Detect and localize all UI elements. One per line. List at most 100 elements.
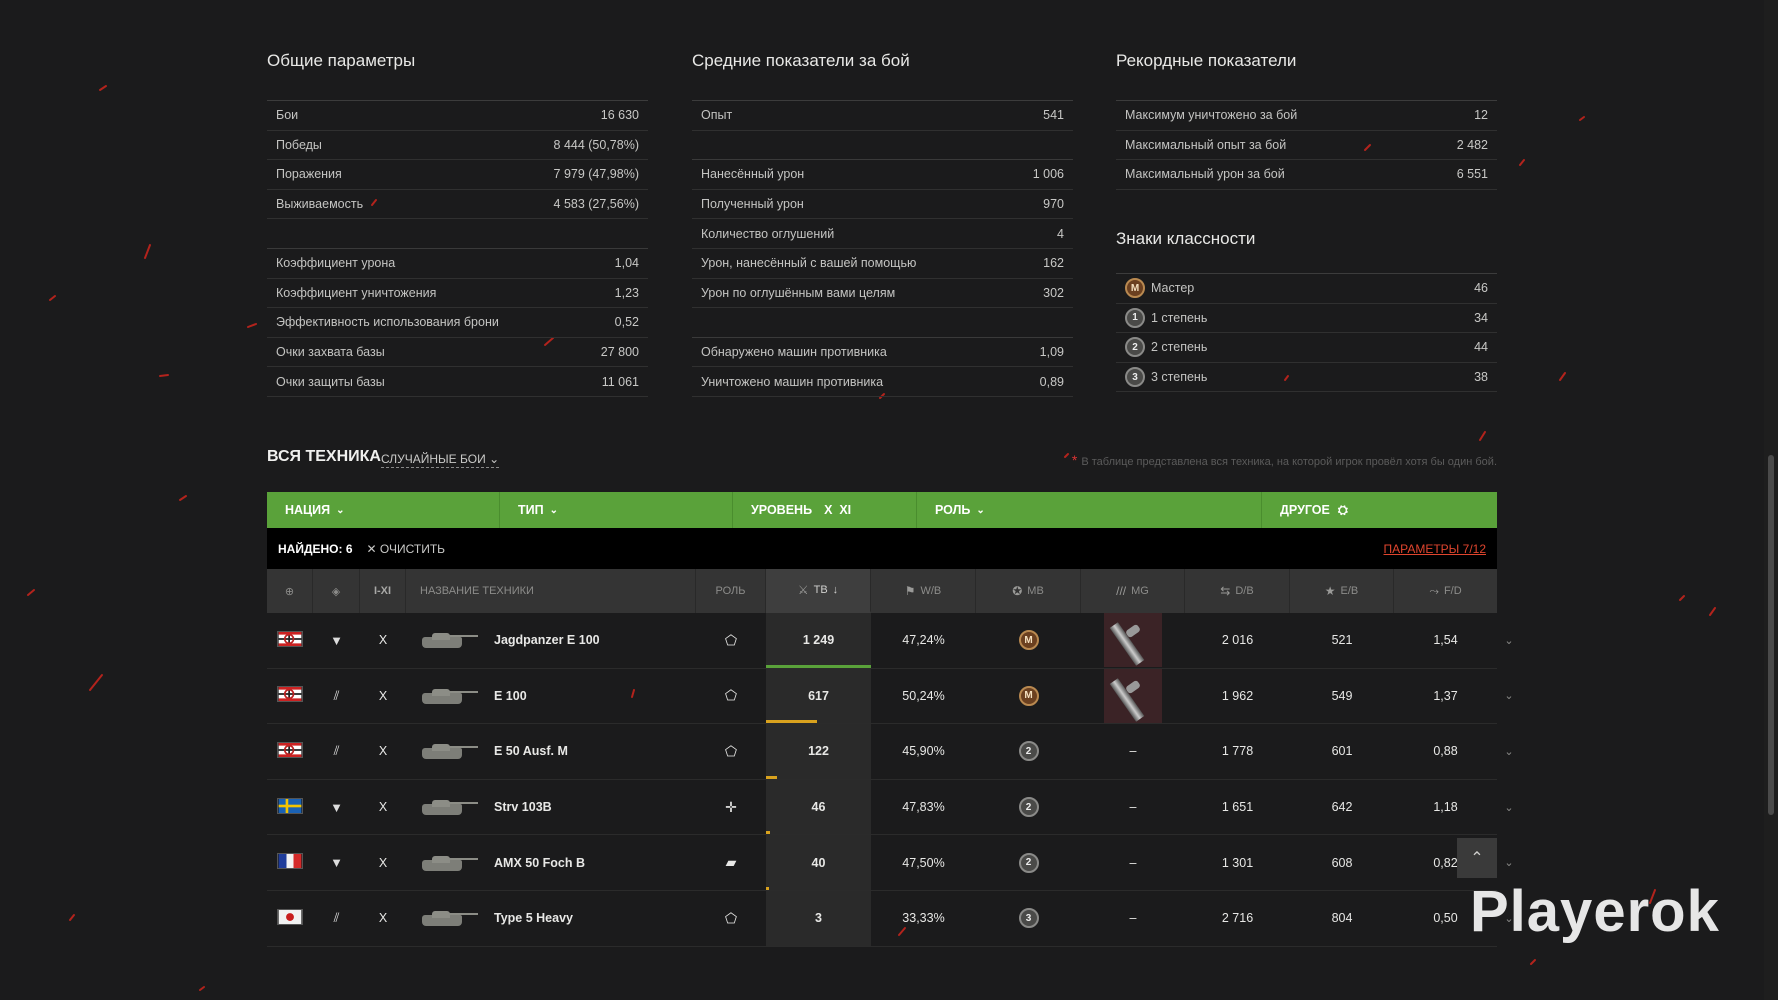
damage-value: 2 016 [1221, 633, 1254, 648]
filter-level-value: X XI [824, 503, 852, 517]
table-row[interactable]: ▼ X Strv 103B ✛ 46 47,83% 2–1 651 642 1,18 ⌄ [267, 779, 1514, 836]
filter-role[interactable]: РОЛЬ ⌄ [917, 492, 1262, 528]
divider-row [267, 219, 648, 249]
stat-value: 6 551 [1456, 167, 1488, 182]
damage-value: 1 651 [1221, 800, 1254, 815]
vehicle-name: Type 5 Heavy [494, 911, 573, 926]
stat-value: 16 630 [600, 108, 639, 123]
type-cell: ⫽ [313, 891, 360, 946]
heavy-type-icon: ⫽ [333, 910, 340, 926]
col-tier[interactable]: I-XI [360, 569, 406, 613]
stat-label: 2 степень [1151, 340, 1208, 355]
col-type[interactable]: ◈ [313, 569, 360, 613]
col-mastery[interactable]: ✪ МВ [976, 569, 1081, 613]
damage-cell: 2 716 [1185, 891, 1290, 946]
tier-cell: X [360, 835, 406, 890]
stat-label: Максимальный урон за бой [1125, 167, 1285, 182]
tank-silhouette-icon [420, 853, 478, 873]
filter-level[interactable]: УРОВЕНЬ X XI [733, 492, 917, 528]
experience-cell: 521 [1290, 613, 1394, 668]
role-cell: ⬠ [696, 669, 766, 724]
table-row[interactable]: ▼ X AMX 50 Foch B ▰ 40 47,50% 2–1 301 608 0,82 ⌄ [267, 835, 1514, 891]
stat-value: 162 [1043, 256, 1064, 271]
scrollbar-thumb[interactable] [1768, 455, 1774, 815]
col-battles[interactable]: ⚔ ТВ ↓ [766, 569, 871, 613]
expand-row-icon[interactable]: ⌄ [1497, 689, 1521, 702]
tank-icon: ⛭ [1337, 502, 1348, 517]
role-cell: ▰ [696, 835, 766, 890]
nation-cell [267, 780, 313, 835]
col-nation[interactable]: ⊕ [267, 569, 313, 613]
battles-value: 1 249 [802, 633, 835, 648]
col-winrate[interactable]: ⚑ W/B [871, 569, 976, 613]
type-cell: ▼ [313, 780, 360, 835]
nation-cell [267, 613, 313, 668]
experience-cell: 804 [1290, 891, 1394, 946]
stat-label: 3 степень [1151, 370, 1208, 385]
winrate-value: 50,24% [902, 688, 945, 703]
filter-label: ТИП [518, 503, 544, 517]
expand-row-icon[interactable]: ⌄ [1497, 634, 1521, 647]
mastery-badge-icon: 2 [1018, 852, 1039, 873]
vehicles-table-header: ⊕ ◈ I-XI НАЗВАНИЕ ТЕХНИКИ РОЛЬ ⚔ ТВ ↓ ⚑ W/B… [267, 569, 1497, 613]
filter-type[interactable]: ТИП ⌄ [500, 492, 733, 528]
damage-cell: 1 962 [1185, 669, 1290, 724]
frags-value: 1,37 [1433, 688, 1458, 703]
stat-label: Мастер [1151, 281, 1195, 296]
stat-label: Поражения [276, 167, 342, 182]
germany-flag-icon [277, 741, 303, 761]
divider-row [692, 131, 1073, 161]
damage-cell: 1 301 [1185, 835, 1290, 890]
tier-cell: X [360, 669, 406, 724]
tank-silhouette-icon [420, 908, 478, 928]
params-link[interactable]: ПАРАМЕТРЫ 7/12 [1384, 542, 1486, 556]
battles-progress-bar [766, 775, 777, 779]
clear-filters-button[interactable]: ✕ ОЧИСТИТЬ [367, 542, 446, 556]
col-marks-gun[interactable]: /// MG [1081, 569, 1185, 613]
mastery-badge-icon: 2 [1018, 797, 1039, 818]
stat-value: 1 006 [1032, 167, 1064, 182]
battles-cell: 40 [766, 835, 871, 890]
vehicle-name: AMX 50 Foch B [494, 855, 585, 870]
mastery-badge-icon: 3 [1125, 367, 1145, 388]
playerok-watermark: Playerok [1470, 879, 1720, 944]
table-row[interactable]: ⫽ X E 50 Ausf. M ⬠ 122 45,90% 2–1 778 601 0,88 ⌄ [267, 724, 1514, 780]
col-experience[interactable]: ★ E/B [1290, 569, 1394, 613]
frags-cell: 0,88 [1394, 724, 1497, 779]
filter-nation[interactable]: НАЦИЯ ⌄ [267, 492, 500, 528]
col-role[interactable]: РОЛЬ [696, 569, 766, 613]
battle-mode-dropdown[interactable]: СЛУЧАЙНЫЕ БОИ ⌄ [381, 452, 500, 468]
tier-value: X [378, 633, 388, 648]
scrollbar[interactable] [1764, 0, 1778, 1000]
vehicles-header: ВСЯ ТЕХНИКА СЛУЧАЙНЫЕ БОИ ⌄ * В таблице п… [267, 446, 1497, 470]
mastery-badge-icon: M [1125, 278, 1145, 299]
experience-value: 642 [1331, 800, 1353, 815]
stat-value: 38 [1474, 370, 1488, 385]
table-row[interactable]: ▼ X Jagdpanzer E 100 ⬠ 1 249 47,24% M 2 016 521 1… [267, 613, 1514, 669]
expand-row-icon[interactable]: ⌄ [1497, 801, 1521, 814]
battles-cell: 617 [766, 668, 871, 724]
scroll-to-top-button[interactable]: ⌃ [1457, 838, 1497, 878]
experience-cell: 601 [1290, 724, 1394, 779]
heavy-type-icon: ⫽ [333, 687, 340, 703]
stat-value: 12 [1474, 108, 1488, 123]
expand-row-icon[interactable]: ⌄ [1497, 856, 1521, 869]
mastery-badge-icon: M [1018, 685, 1039, 706]
stat-label: Уничтожено машин противника [701, 374, 884, 389]
col-frags[interactable]: ⤳ F/D [1394, 569, 1497, 613]
table-row[interactable]: ⫽ X E 100 ⬠ 617 50,24% M 1 962 549 1,37 ⌄ [267, 668, 1514, 725]
col-damage[interactable]: ⇆ D/B [1185, 569, 1290, 613]
name-cell: Jagdpanzer E 100 [406, 613, 696, 668]
table-row[interactable]: ⫽ X Type 5 Heavy ⬠ 3 33,33% 3–2 716 804 0,50 ⌄ [267, 890, 1514, 947]
mastery-badge-icon: M [1018, 630, 1039, 651]
filter-label: НАЦИЯ [285, 503, 331, 517]
mastery-badge-icon: 2 [1125, 337, 1145, 358]
col-name[interactable]: НАЗВАНИЕ ТЕХНИКИ [406, 569, 696, 613]
table-note-text: В таблице представлена вся техника, на к… [1081, 456, 1497, 468]
stat-value: 1,23 [614, 285, 639, 300]
frags-value: 0,50 [1433, 911, 1458, 926]
filter-other[interactable]: ДРУГОЕ ⛭ [1262, 492, 1497, 528]
vehicle-type-icon: ◈ [331, 585, 341, 598]
expand-row-icon[interactable]: ⌄ [1497, 745, 1521, 758]
stat-label: Урон, нанесённый с вашей помощью [701, 256, 917, 271]
